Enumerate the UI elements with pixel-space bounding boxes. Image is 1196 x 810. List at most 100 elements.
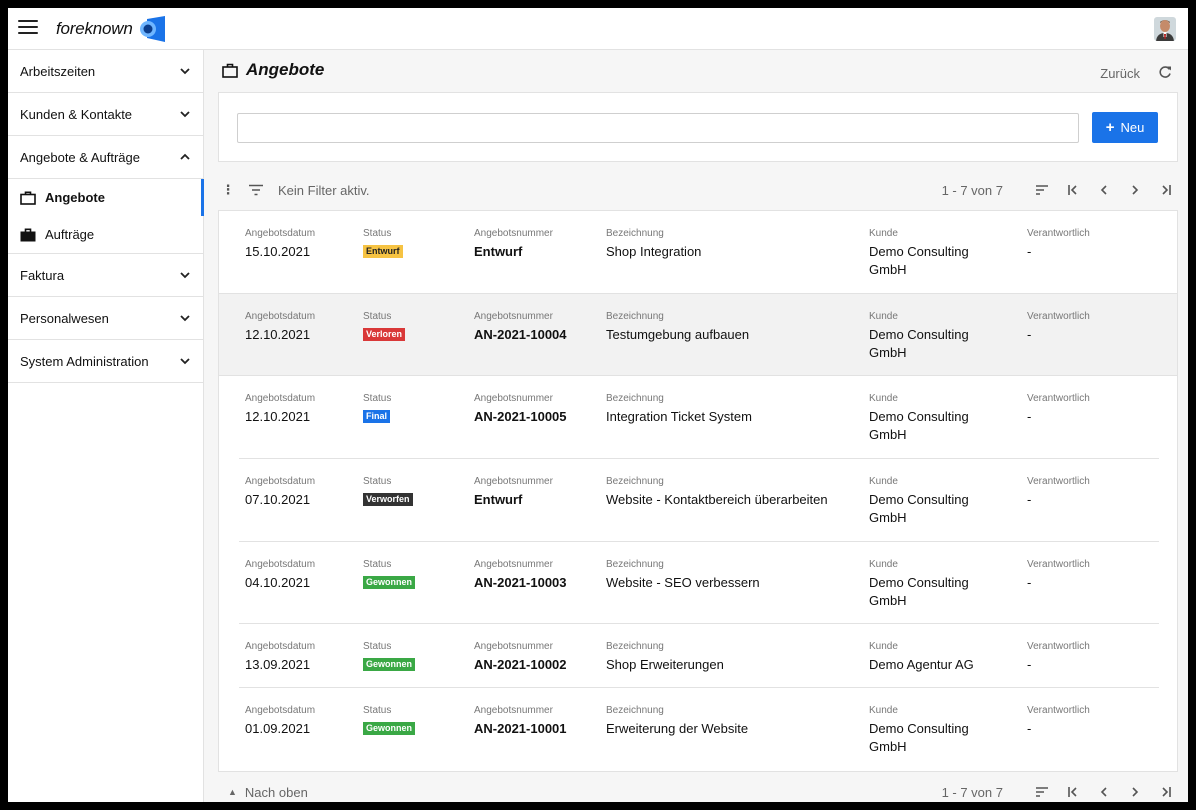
column-label: Status [363, 476, 392, 487]
column-label: Verantwortlich [1027, 476, 1090, 487]
column-label: Angebotsdatum [245, 476, 316, 487]
customer-name-line2: GmbH [869, 427, 907, 442]
cell-date: Angebotsdatum 04.10.2021 [245, 558, 315, 592]
pagination-count: 1 - 7 von 7 [941, 182, 1003, 198]
sidebar-section-label: Faktura [20, 267, 65, 283]
cell-owner: Verantwortlich - [1027, 558, 1090, 592]
cell-number-value: AN-2021-10004 [474, 327, 567, 342]
table-row[interactable]: Angebotsdatum 07.10.2021 Status Verworfen An… [219, 459, 1177, 542]
status-badge: Verloren [363, 328, 406, 341]
search-input[interactable] [237, 113, 1079, 143]
sidebar-section-kunden-kontakte[interactable]: Kunden & Kontakte [8, 93, 203, 136]
cell-number: Angebotsnummer AN-2021-10002 [474, 640, 567, 674]
table-row[interactable]: Angebotsdatum 12.10.2021 Status Final Angebo… [219, 376, 1177, 459]
refresh-icon[interactable] [1158, 65, 1172, 79]
cell-customer: Kunde Demo Consulting GmbH [869, 704, 969, 756]
cell-status: Status Verworfen [363, 475, 413, 506]
table-row[interactable]: Angebotsdatum 01.09.2021 Status Gewonnen Ang… [219, 688, 1177, 773]
cell-owner-value: - [1027, 327, 1032, 342]
cell-date-value: 01.09.2021 [245, 721, 311, 736]
column-label: Bezeichnung [606, 705, 664, 716]
column-label: Angebotsnummer [474, 641, 553, 652]
customer-name-line2: GmbH [869, 262, 907, 277]
last-page-icon[interactable] [1158, 784, 1174, 800]
chevron-down-icon [180, 358, 190, 365]
menu-icon[interactable] [18, 20, 38, 38]
user-avatar[interactable] [1154, 17, 1176, 41]
column-label: Status [363, 311, 392, 322]
next-page-icon[interactable] [1127, 182, 1143, 198]
last-page-icon[interactable] [1158, 182, 1174, 198]
sidebar-section-arbeitszeiten[interactable]: Arbeitszeiten [8, 50, 203, 93]
cell-title: Bezeichnung Integration Ticket System [606, 392, 752, 426]
sidebar-section-system-administration[interactable]: System Administration [8, 340, 203, 383]
column-label: Angebotsnummer [474, 228, 553, 239]
next-page-icon[interactable] [1127, 784, 1143, 800]
chevron-down-icon [180, 315, 190, 322]
column-label: Verantwortlich [1027, 705, 1090, 716]
table-row[interactable]: Angebotsdatum 13.09.2021 Status Gewonnen Ang… [219, 624, 1177, 688]
sidebar-item-label: Aufträge [45, 227, 95, 242]
sidebar-section-personalwesen[interactable]: Personalwesen [8, 297, 203, 340]
cell-date-value: 12.10.2021 [245, 327, 311, 342]
cell-owner: Verantwortlich - [1027, 227, 1090, 261]
cell-title-value: Website - SEO verbessern [606, 575, 760, 590]
sidebar-section-angebote-auftraege[interactable]: Angebote & Aufträge [8, 136, 203, 179]
sort-icon[interactable] [1034, 182, 1050, 198]
cell-date-value: 04.10.2021 [245, 575, 311, 590]
caret-up-icon: ▲ [228, 787, 237, 797]
cell-owner-value: - [1027, 575, 1032, 590]
sidebar-subitems: Angebote Aufträge [8, 179, 204, 254]
table-row[interactable]: Angebotsdatum 15.10.2021 Status Entwurf Ange… [219, 211, 1177, 294]
cell-owner: Verantwortlich - [1027, 475, 1090, 509]
column-label: Verantwortlich [1027, 228, 1090, 239]
column-label: Bezeichnung [606, 476, 664, 487]
filter-icon[interactable] [248, 184, 264, 196]
first-page-icon[interactable] [1065, 784, 1081, 800]
list-toolbar: ⋮ Kein Filter aktiv. 1 - 7 von 7 [218, 175, 1178, 205]
sidebar-item-angebote[interactable]: Angebote [8, 179, 204, 216]
cell-date: Angebotsdatum 01.09.2021 [245, 704, 315, 738]
column-label: Angebotsnummer [474, 311, 553, 322]
first-page-icon[interactable] [1065, 182, 1081, 198]
customer-name-line2: GmbH [869, 510, 907, 525]
column-label: Verantwortlich [1027, 641, 1090, 652]
cell-number: Angebotsnummer Entwurf [474, 475, 553, 509]
app-logo[interactable]: foreknown [56, 16, 167, 42]
sort-icon[interactable] [1034, 784, 1050, 800]
prev-page-icon[interactable] [1096, 182, 1112, 198]
column-label: Kunde [869, 559, 898, 570]
column-label: Status [363, 393, 392, 404]
column-label: Status [363, 641, 392, 652]
column-label: Bezeichnung [606, 641, 664, 652]
column-label: Kunde [869, 641, 898, 652]
briefcase-outline-icon [222, 63, 238, 78]
chevron-down-icon [180, 111, 190, 118]
sidebar-section-faktura[interactable]: Faktura [8, 254, 203, 297]
back-to-top-link[interactable]: ▲ Nach oben [228, 785, 308, 800]
back-link[interactable]: Zurück [1100, 66, 1140, 81]
sidebar-item-auftraege[interactable]: Aufträge [8, 216, 203, 253]
prev-page-icon[interactable] [1096, 784, 1112, 800]
cell-title-value: Website - Kontaktbereich überarbeiten [606, 492, 828, 507]
cell-title: Bezeichnung Website - Kontaktbereich über… [606, 475, 828, 509]
logo-mark-icon [139, 16, 165, 42]
status-badge: Gewonnen [363, 658, 416, 671]
column-label: Kunde [869, 476, 898, 487]
customer-name: Demo Consulting [869, 575, 969, 590]
column-label: Kunde [869, 705, 898, 716]
column-label: Kunde [869, 311, 898, 322]
column-label: Angebotsdatum [245, 641, 316, 652]
more-options-icon[interactable]: ⋮ [220, 182, 236, 198]
column-label: Angebotsdatum [245, 705, 316, 716]
new-offer-button[interactable]: + Neu [1092, 112, 1158, 143]
cell-owner-value: - [1027, 657, 1032, 672]
column-label: Angebotsdatum [245, 311, 316, 322]
column-label: Verantwortlich [1027, 393, 1090, 404]
table-row[interactable]: Angebotsdatum 04.10.2021 Status Gewonnen Ang… [219, 542, 1177, 624]
logo-text: foreknown [56, 19, 133, 38]
cell-number: Angebotsnummer AN-2021-10004 [474, 310, 567, 344]
cell-title-value: Integration Ticket System [606, 409, 752, 424]
sidebar-section-label: Arbeitszeiten [20, 63, 96, 79]
table-row[interactable]: Angebotsdatum 12.10.2021 Status Verloren Ang… [219, 294, 1177, 376]
